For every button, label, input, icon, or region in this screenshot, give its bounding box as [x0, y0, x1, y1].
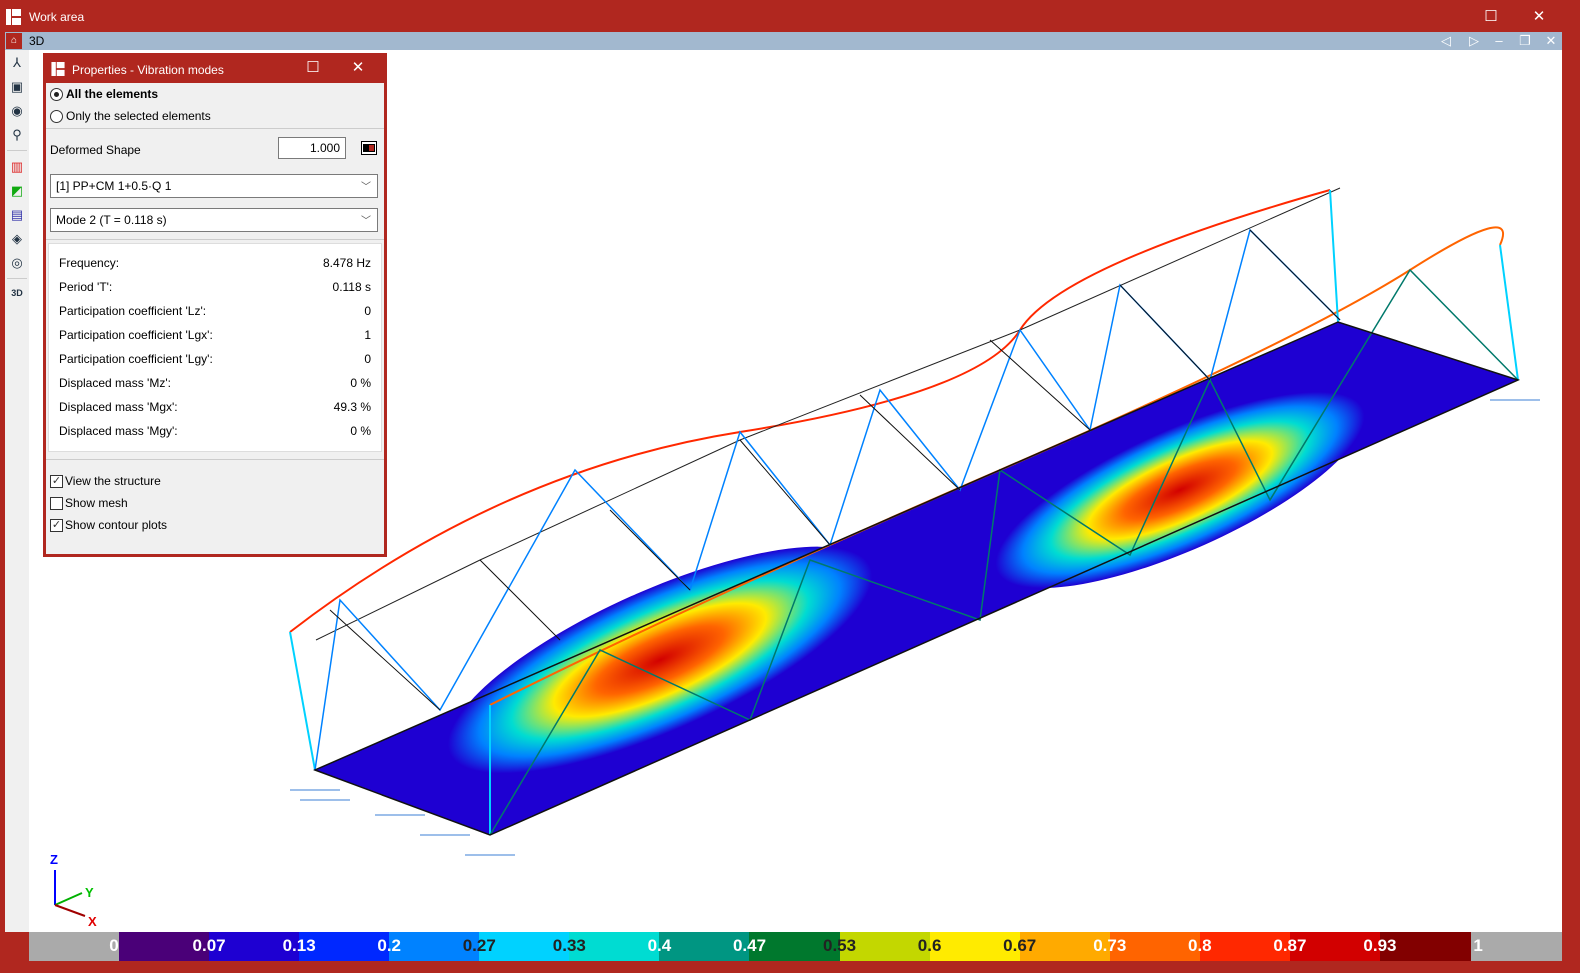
legend-label: 0.73 — [1093, 936, 1127, 955]
checkbox-show-contour-plots[interactable]: ✓ Show contour plots — [50, 518, 167, 532]
info-row: Period 'T': 0.118 s — [59, 280, 371, 296]
legend-label: 0.6 — [917, 936, 942, 955]
cube-view-icon[interactable]: ▣ — [8, 78, 26, 96]
panel-titlebar[interactable]: Properties - Vibration modes ☐ ✕ — [46, 53, 384, 83]
info-value: 49.3 % — [333, 400, 371, 414]
info-row: Participation coefficient 'Lgy': 0 — [59, 352, 371, 368]
legend-label: 0.2 — [377, 936, 402, 955]
info-value: 0 — [364, 304, 371, 318]
radio-all-elements[interactable]: All the elements — [50, 87, 158, 101]
info-row: Displaced mass 'Mz': 0 % — [59, 376, 371, 392]
info-label: Displaced mass 'Mgy': — [59, 424, 178, 438]
restore-view-button[interactable]: ❐ — [1517, 32, 1533, 50]
previous-view-button[interactable]: ◁ — [1438, 32, 1454, 50]
checkbox-view-the-structure[interactable]: ✓ View the structure — [50, 474, 161, 488]
left-toolbar: ⅄ ▣ ◉ ⚲ ▥ ◩ ▤ ◈ ◎ 3D — [5, 50, 29, 932]
deformed-shape-label: Deformed Shape — [50, 143, 141, 157]
info-label: Displaced mass 'Mgx': — [59, 400, 178, 414]
section-icon[interactable]: ▥ — [8, 158, 26, 176]
minimize-view-button[interactable]: – — [1491, 32, 1507, 50]
maximize-button[interactable]: ☐ — [1482, 8, 1500, 26]
info-row: Participation coefficient 'Lgx': 1 — [59, 328, 371, 344]
layers-icon[interactable]: ◈ — [8, 230, 26, 248]
window-titlebar: Work area ☐ ✕ — [0, 0, 1580, 32]
radio-label: Only the selected elements — [66, 109, 211, 123]
legend-label: 0.87 — [1273, 936, 1307, 955]
panel-title: Properties - Vibration modes — [72, 63, 224, 77]
legend-label: 0.33 — [552, 936, 586, 955]
legend-label: 0.93 — [1363, 936, 1397, 955]
legend-label: 0.53 — [823, 936, 857, 955]
legend-label: 1 — [1473, 936, 1483, 955]
close-view-button[interactable]: ✕ — [1543, 32, 1559, 50]
app-logo-icon — [6, 9, 21, 25]
close-button[interactable]: ✕ — [1530, 8, 1548, 26]
checkbox-show-mesh[interactable]: Show mesh — [50, 496, 128, 510]
panel-maximize-button[interactable]: ☐ — [304, 59, 322, 77]
window-title: Work area — [29, 10, 85, 24]
legend-label: 0.67 — [1003, 936, 1037, 955]
chevron-down-icon: ﹀ — [361, 216, 371, 227]
select-value: [1] PP+CM 1+0.5·Q 1 — [56, 179, 172, 193]
info-label: Period 'T': — [59, 280, 113, 294]
panel-close-button[interactable]: ✕ — [349, 59, 367, 77]
axis-triad: Z Y X — [50, 852, 97, 929]
rotate-icon[interactable]: ⚲ — [8, 126, 26, 144]
cut-plane-icon[interactable]: ▤ — [8, 206, 26, 224]
info-value: 0 % — [350, 376, 371, 390]
3d-settings-icon[interactable]: 3D — [8, 284, 26, 302]
3d-view-icon: ⌂ — [6, 33, 22, 49]
properties-panel: Properties - Vibration modes ☐ ✕ All the… — [43, 53, 387, 557]
info-value: 0.118 s — [332, 280, 371, 294]
info-label: Displaced mass 'Mz': — [59, 376, 171, 390]
checkbox-label: Show mesh — [65, 496, 128, 510]
checkbox-box[interactable]: ✓ — [50, 518, 63, 532]
axis-x-label: X — [88, 914, 97, 929]
info-label: Frequency: — [59, 256, 120, 270]
next-view-button[interactable]: ▷ — [1466, 32, 1482, 50]
visibility-icon[interactable]: ◎ — [8, 254, 26, 272]
legend-label: 0.27 — [462, 936, 496, 955]
axis-z-label: Z — [50, 852, 58, 867]
radio-label: All the elements — [66, 87, 159, 101]
mode-info-box: Frequency: 8.478 Hz Period 'T': 0.118 s Part… — [48, 243, 382, 452]
deformed-shape-input[interactable]: 1.000 — [278, 137, 346, 159]
axes-icon[interactable]: ⅄ — [8, 54, 26, 72]
info-value: 8.478 Hz — [322, 256, 371, 270]
info-label: Participation coefficient 'Lgx': — [59, 328, 213, 342]
checkbox-box[interactable]: ✓ — [50, 474, 63, 488]
info-row: Participation coefficient 'Lz': 0 — [59, 304, 371, 320]
select-value: Mode 2 (T = 0.118 s) — [56, 213, 167, 227]
info-value: 0 — [364, 352, 371, 366]
info-value: 0 % — [350, 424, 371, 438]
legend-label: 0 — [109, 936, 119, 955]
checkbox-box[interactable] — [50, 496, 63, 510]
view-tabbar: ⌂ 3D ◁ ▷ – ❐ ✕ — [5, 32, 1562, 50]
legend-label: 0.47 — [732, 936, 767, 955]
info-row: Displaced mass 'Mgy': 0 % — [59, 424, 371, 440]
axis-y-label: Y — [85, 885, 94, 900]
legend-label: 0.8 — [1188, 936, 1212, 955]
legend-label: 0.13 — [282, 936, 316, 955]
info-row: Displaced mass 'Mgx': 49.3 % — [59, 400, 371, 416]
info-label: Participation coefficient 'Lgy': — [59, 352, 213, 366]
vibration-mode-select[interactable]: Mode 2 (T = 0.118 s) ﹀ — [50, 208, 378, 232]
info-value: 1 — [364, 328, 371, 342]
load-combination-select[interactable]: [1] PP+CM 1+0.5·Q 1 ﹀ — [50, 174, 378, 198]
checkbox-label: View the structure — [65, 474, 161, 488]
chevron-down-icon: ﹀ — [361, 182, 371, 193]
checkbox-label: Show contour plots — [65, 518, 168, 532]
orbit-icon[interactable]: ◉ — [8, 102, 26, 120]
radio-selected-elements[interactable]: Only the selected elements — [50, 109, 211, 123]
info-label: Participation coefficient 'Lz': — [59, 304, 207, 318]
view-tab-3d[interactable]: 3D — [29, 34, 44, 48]
animation-icon[interactable] — [361, 141, 377, 155]
color-scale-legend: 0 0.07 0.13 0.2 0.27 0.33 0.4 0.47 0.53 0.6 0.67 0.… — [29, 932, 1562, 961]
legend-label: 0.07 — [192, 936, 226, 955]
panel-logo-icon — [51, 62, 65, 76]
info-row: Frequency: 8.478 Hz — [59, 256, 371, 272]
plane-icon[interactable]: ◩ — [8, 182, 26, 200]
legend-label: 0.4 — [647, 936, 672, 955]
